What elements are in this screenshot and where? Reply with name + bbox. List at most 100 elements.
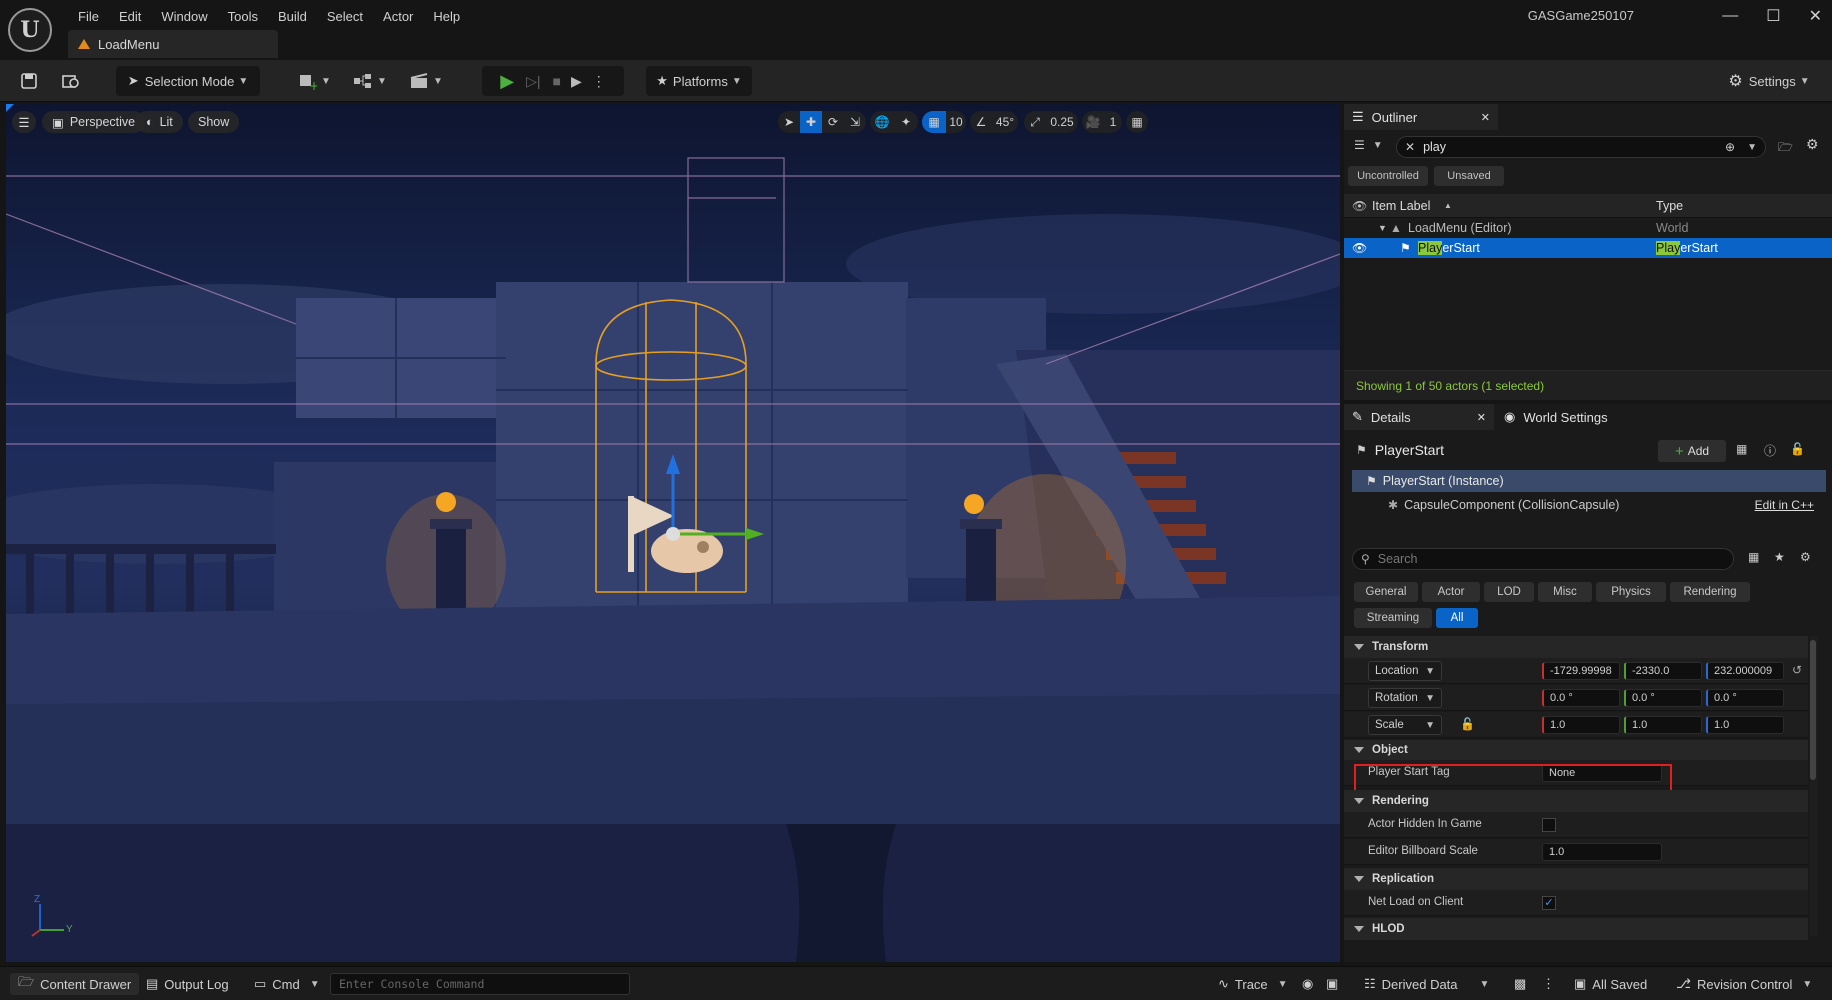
location-y-field[interactable]: -2330.0 [1624,662,1702,680]
blueprint-button[interactable]: ▼ [350,66,390,96]
save-icon[interactable] [16,66,42,96]
category-misc[interactable]: Misc [1538,582,1592,602]
scale-snap-value[interactable]: 0.25 [1046,111,1078,133]
component-capsule-row[interactable]: ✱ CapsuleComponent (CollisionCapsule) Ed… [1352,494,1826,516]
reset-arrow-icon[interactable]: ↺ [1792,663,1802,677]
camera-speed-icon[interactable]: 🎥 [1082,111,1104,133]
tree-row-world[interactable]: ▼ ▲ LoadMenu (Editor) World [1344,218,1832,238]
platforms-dropdown[interactable]: ★ Platforms ▼ [646,66,752,96]
add-component-button[interactable]: + Add [1658,440,1726,462]
section-transform[interactable]: Transform [1344,636,1808,658]
expand-arrow-icon[interactable]: ▼ [1378,223,1387,233]
menu-tools[interactable]: Tools [218,9,268,24]
menu-file[interactable]: File [68,9,109,24]
scale-dropdown[interactable]: Scale ▼ [1368,715,1442,735]
category-general[interactable]: General [1354,582,1418,602]
grid-snap-icon[interactable]: ▦ [922,111,946,133]
maximize-icon[interactable]: ☐ [1766,6,1780,26]
scale-z-field[interactable]: 1.0 [1706,716,1784,734]
status-options-icon[interactable]: ⋮ [1542,973,1555,995]
details-scrollbar[interactable] [1810,636,1818,936]
scale-x-field[interactable]: 1.0 [1542,716,1620,734]
viewport-layout-icon[interactable]: ▦ [1126,111,1148,133]
content-drawer-button[interactable]: 🗁 Content Drawer [10,973,140,995]
close-icon[interactable]: ✕ [1809,6,1822,26]
cmd-dropdown[interactable]: ▭ Cmd ▼ [254,973,320,995]
play-icon[interactable]: ▶ [500,71,514,92]
close-tab-icon[interactable]: ✕ [1477,411,1486,424]
output-log-button[interactable]: ▤ Output Log [146,973,229,995]
property-matrix-icon[interactable]: ▦ [1748,550,1759,564]
column-type[interactable]: Type [1656,199,1683,213]
details-settings-icon[interactable]: ⚙ [1800,550,1811,564]
location-dropdown[interactable]: Location ▼ [1368,661,1442,681]
unreal-logo-icon[interactable]: U [8,8,52,52]
revision-control-dropdown[interactable]: ⎇ Revision Control ▼ [1676,973,1812,995]
component-instance-row[interactable]: ⚑ PlayerStart (Instance) [1352,470,1826,492]
stats-icon[interactable]: ▩ [1514,973,1526,995]
category-actor[interactable]: Actor [1422,582,1480,602]
perspective-button[interactable]: ▣ Perspective [42,111,146,133]
viewport-menu-button[interactable]: ☰ [12,111,36,133]
location-z-field[interactable]: 232.000009 [1706,662,1784,680]
rotation-snap-value[interactable]: 45° [992,111,1018,133]
surface-snap-icon[interactable]: ✦ [894,111,918,133]
section-replication[interactable]: Replication [1344,868,1808,890]
category-all[interactable]: All [1436,608,1478,628]
cinematics-button[interactable]: ▼ [406,66,446,96]
actor-hidden-checkbox[interactable] [1542,818,1556,832]
category-lod[interactable]: LOD [1484,582,1534,602]
new-folder-icon[interactable]: 🗁 [1778,138,1793,159]
eject-icon[interactable]: ▶ [571,73,582,90]
tab-details[interactable]: ✎ Details ✕ [1344,404,1494,430]
rotation-y-field[interactable]: 0.0 ° [1624,689,1702,707]
camera-icon[interactable]: ▣ [1326,973,1338,995]
menu-actor[interactable]: Actor [373,9,423,24]
section-rendering[interactable]: Rendering [1344,790,1808,812]
level-tab[interactable]: LoadMenu [68,30,278,58]
minimize-icon[interactable]: — [1722,7,1738,25]
console-command-input[interactable]: Enter Console Command [330,973,630,995]
clear-search-icon[interactable]: ✕ [1405,140,1415,154]
net-load-checkbox[interactable]: ✓ [1542,896,1556,910]
blueprint-icon[interactable]: ▦ [1736,442,1747,456]
category-physics[interactable]: Physics [1596,582,1666,602]
edit-in-cpp-link[interactable]: Edit in C++ [1755,498,1814,512]
location-x-field[interactable]: -1729.99998 [1542,662,1620,680]
stop-icon[interactable]: ■ [553,73,561,89]
menu-window[interactable]: Window [151,9,217,24]
settings-dropdown[interactable]: ⚙ Settings ▼ [1716,66,1822,96]
derived-data-dropdown[interactable]: ☷ Derived Data ▼ [1364,973,1489,995]
visibility-icon[interactable]: 👁 [1352,199,1367,213]
scale-lock-icon[interactable]: 🔓 [1460,717,1475,731]
category-rendering[interactable]: Rendering [1670,582,1750,602]
rotation-dropdown[interactable]: Rotation ▼ [1368,688,1442,708]
tab-outliner[interactable]: ☰ Outliner ✕ [1344,104,1498,130]
rotation-z-field[interactable]: 0.0 ° [1706,689,1784,707]
select-tool-icon[interactable]: ➤ [778,111,800,133]
menu-build[interactable]: Build [268,9,317,24]
lock-icon[interactable]: 🔓 [1790,442,1805,456]
level-viewport[interactable]: Z Y ☰ ▣ Perspective ◐ Lit Show ➤ ✚ ⟳ ⇲ 🌐 ✦… [6,104,1340,962]
outliner-settings-icon[interactable]: ⚙ [1806,136,1819,153]
outliner-search[interactable]: ✕ play ⊕ ▼ [1396,136,1766,158]
menu-help[interactable]: Help [423,9,470,24]
insights-icon[interactable]: ◉ [1302,973,1313,995]
scale-y-field[interactable]: 1.0 [1624,716,1702,734]
browse-content-icon[interactable] [58,66,84,96]
lit-button[interactable]: ◐ Lit [136,111,183,133]
selection-mode-dropdown[interactable]: ➤ Selection Mode ▼ [116,66,260,96]
visibility-icon[interactable]: 👁 [1352,241,1367,255]
scale-snap-icon[interactable]: ⤢ [1024,111,1046,133]
rotate-tool-icon[interactable]: ⟳ [822,111,844,133]
scale-tool-icon[interactable]: ⇲ [844,111,866,133]
category-streaming[interactable]: Streaming [1354,608,1432,628]
translate-tool-icon[interactable]: ✚ [800,111,822,133]
details-search[interactable]: ⚲ Search [1352,548,1734,570]
rotation-x-field[interactable]: 0.0 ° [1542,689,1620,707]
add-actor-button[interactable]: + ▼ [294,66,334,96]
step-icon[interactable]: ▷| [526,73,540,90]
play-options-icon[interactable]: ⋮ [592,73,606,90]
help-icon[interactable]: ⓘ [1764,442,1776,459]
rotation-snap-icon[interactable]: ∠ [970,111,992,133]
